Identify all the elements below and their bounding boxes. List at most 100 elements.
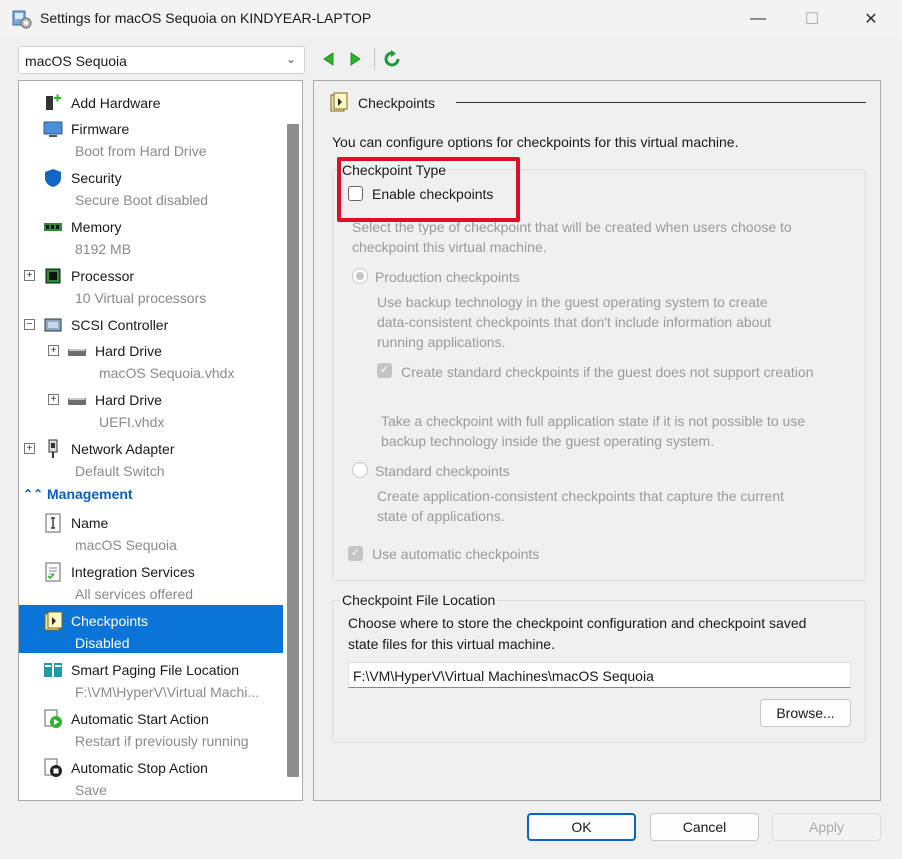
standard-checkpoints-radio[interactable] bbox=[352, 462, 368, 478]
back-arrow-icon[interactable] bbox=[320, 50, 338, 68]
automatic-stop-icon bbox=[44, 758, 62, 777]
sidebar-item-label: Security bbox=[71, 170, 122, 186]
expand-icon[interactable]: + bbox=[48, 345, 59, 356]
automatic-start-icon bbox=[44, 709, 62, 728]
create-standard-checkbox[interactable]: ✓ bbox=[377, 363, 392, 378]
window-title: Settings for macOS Sequoia on KINDYEAR-L… bbox=[40, 10, 372, 26]
sidebar-item-detail: Secure Boot disabled bbox=[75, 192, 209, 208]
collapse-section-icon: ⌃⌃ bbox=[23, 487, 44, 501]
sidebar-item-label: Smart Paging File Location bbox=[71, 662, 240, 678]
sidebar-item-label: Firmware bbox=[71, 121, 130, 137]
sidebar-item-label: Hard Drive bbox=[95, 343, 162, 359]
sidebar-item-label: Hard Drive bbox=[95, 392, 162, 408]
sidebar-item-hard-drive-2[interactable]: + Hard Drive UEFI.vhdx bbox=[19, 384, 283, 432]
select-type-desc-line2: checkpoint this virtual machine. bbox=[352, 239, 547, 255]
sidebar-item-detail: Boot from Hard Drive bbox=[75, 143, 207, 159]
sidebar-item-hard-drive-1[interactable]: + Hard Drive macOS Sequoia.vhdx bbox=[19, 335, 283, 383]
sidebar-item-scsi-controller[interactable]: − SCSI Controller bbox=[19, 309, 283, 335]
forward-arrow-icon[interactable] bbox=[346, 50, 364, 68]
section-title: Checkpoints bbox=[358, 95, 436, 111]
sidebar-item-detail: All services offered bbox=[75, 586, 194, 602]
sidebar-item-detail: Restart if previously running bbox=[75, 733, 249, 749]
sidebar-item-integration-services[interactable]: Integration Services All services offere… bbox=[19, 556, 283, 604]
hyperv-settings-icon bbox=[12, 10, 32, 29]
hard-drive-icon bbox=[68, 398, 86, 405]
sidebar-item-label: Automatic Stop Action bbox=[71, 760, 208, 776]
name-icon bbox=[45, 513, 61, 533]
minimize-button[interactable]: — bbox=[735, 0, 781, 38]
title-bar: Settings for macOS Sequoia on KINDYEAR-L… bbox=[0, 0, 902, 38]
refresh-icon[interactable] bbox=[383, 50, 401, 68]
sidebar-item-label: Network Adapter bbox=[71, 441, 175, 457]
ok-button[interactable]: OK bbox=[527, 813, 636, 841]
sidebar-item-detail: Save bbox=[75, 782, 107, 798]
expand-icon[interactable]: + bbox=[24, 443, 35, 454]
apply-button[interactable]: Apply bbox=[772, 813, 881, 841]
checkpoints-icon bbox=[44, 611, 63, 631]
sidebar-item-memory[interactable]: Memory 8192 MB bbox=[19, 211, 283, 259]
standard-desc-line1: Create application-consistent checkpoint… bbox=[377, 488, 785, 504]
sidebar-item-detail: Default Switch bbox=[75, 463, 165, 479]
management-section-header[interactable]: ⌃⌃ Management bbox=[19, 484, 283, 506]
create-standard-label[interactable]: Create standard checkpoints if the guest… bbox=[401, 364, 813, 380]
sidebar-scrollbar[interactable] bbox=[287, 124, 299, 777]
fallback-desc-line1: Take a checkpoint with full application … bbox=[381, 413, 806, 429]
toolbar-separator bbox=[374, 48, 375, 70]
section-header: Checkpoints bbox=[330, 92, 870, 114]
maximize-button[interactable]: ☐ bbox=[789, 0, 835, 38]
sidebar-item-label: Integration Services bbox=[71, 564, 195, 580]
sidebar-item-detail: 8192 MB bbox=[75, 241, 132, 257]
sidebar-item-label: Automatic Start Action bbox=[71, 711, 209, 727]
automatic-checkpoints-checkbox[interactable]: ✓ bbox=[348, 546, 363, 561]
sidebar-item-label: Memory bbox=[71, 219, 122, 235]
checkpoint-location-title: Checkpoint File Location bbox=[340, 592, 498, 608]
vm-selector-dropdown[interactable]: macOS Sequoia ⌄ bbox=[18, 46, 305, 74]
production-checkpoints-radio[interactable] bbox=[352, 268, 368, 284]
sidebar-item-detail: UEFI.vhdx bbox=[99, 414, 165, 430]
chevron-down-icon: ⌄ bbox=[285, 52, 296, 66]
expand-icon[interactable]: + bbox=[24, 270, 35, 281]
hardware-tree-panel: Add Hardware Firmware Boot from Hard Dri… bbox=[18, 80, 303, 801]
expand-icon[interactable]: + bbox=[48, 394, 59, 405]
annotation-highlight-box bbox=[337, 157, 520, 222]
sidebar-item-name[interactable]: Name macOS Sequoia bbox=[19, 507, 283, 555]
sidebar-item-processor[interactable]: + Processor 10 Virtual processors bbox=[19, 260, 283, 308]
sidebar-item-automatic-start[interactable]: Automatic Start Action Restart if previo… bbox=[19, 703, 283, 751]
management-label: Management bbox=[47, 486, 133, 502]
sidebar-item-network-adapter[interactable]: + Network Adapter Default Switch bbox=[19, 433, 283, 481]
sidebar-item-automatic-stop[interactable]: Automatic Stop Action Save bbox=[19, 752, 283, 800]
production-checkpoints-label[interactable]: Production checkpoints bbox=[375, 269, 520, 285]
production-desc-line2: data-consistent checkpoints that don't i… bbox=[377, 314, 772, 330]
collapse-icon[interactable]: − bbox=[24, 319, 35, 330]
network-adapter-icon bbox=[48, 439, 58, 458]
sidebar-item-security[interactable]: Security Secure Boot disabled bbox=[19, 162, 283, 210]
sidebar-item-detail: 10 Virtual processors bbox=[75, 290, 207, 306]
cancel-button[interactable]: Cancel bbox=[650, 813, 759, 841]
checkpoint-path-input[interactable]: F:\VM\HyperV\Virtual Machines\macOS Sequ… bbox=[348, 662, 851, 688]
sidebar-item-detail: F:\VM\HyperV\Virtual Machi... bbox=[75, 684, 260, 700]
sidebar-item-detail: macOS Sequoia.vhdx bbox=[99, 365, 235, 381]
sidebar-item-label: Name bbox=[71, 515, 109, 531]
browse-button[interactable]: Browse... bbox=[760, 699, 851, 727]
sidebar-item-detail: macOS Sequoia bbox=[75, 537, 177, 553]
fallback-desc-line2: backup technology inside the guest opera… bbox=[381, 433, 715, 449]
memory-icon bbox=[44, 223, 62, 231]
standard-checkpoints-label[interactable]: Standard checkpoints bbox=[375, 463, 510, 479]
location-desc-line2: state files for this virtual machine. bbox=[348, 636, 555, 652]
sidebar-item-label: Add Hardware bbox=[71, 95, 161, 111]
vm-selector-value: macOS Sequoia bbox=[25, 53, 127, 69]
intro-text: You can configure options for checkpoint… bbox=[332, 134, 739, 150]
sidebar-item-label: Processor bbox=[71, 268, 135, 284]
hard-drive-icon bbox=[68, 349, 86, 356]
sidebar-item-firmware[interactable]: Firmware Boot from Hard Drive bbox=[19, 113, 283, 161]
automatic-checkpoints-label[interactable]: Use automatic checkpoints bbox=[372, 546, 539, 562]
firmware-icon bbox=[43, 121, 63, 137]
sidebar-item-label: Checkpoints bbox=[71, 613, 149, 629]
scsi-controller-icon bbox=[44, 318, 62, 332]
production-desc-line1: Use backup technology in the guest opera… bbox=[377, 294, 768, 310]
close-button[interactable]: ✕ bbox=[848, 0, 894, 38]
production-desc-line3: running applications. bbox=[377, 334, 506, 350]
sidebar-item-checkpoints[interactable]: Checkpoints Disabled bbox=[19, 605, 283, 653]
header-divider bbox=[456, 102, 866, 103]
sidebar-item-smart-paging[interactable]: Smart Paging File Location F:\VM\HyperV\… bbox=[19, 654, 283, 702]
